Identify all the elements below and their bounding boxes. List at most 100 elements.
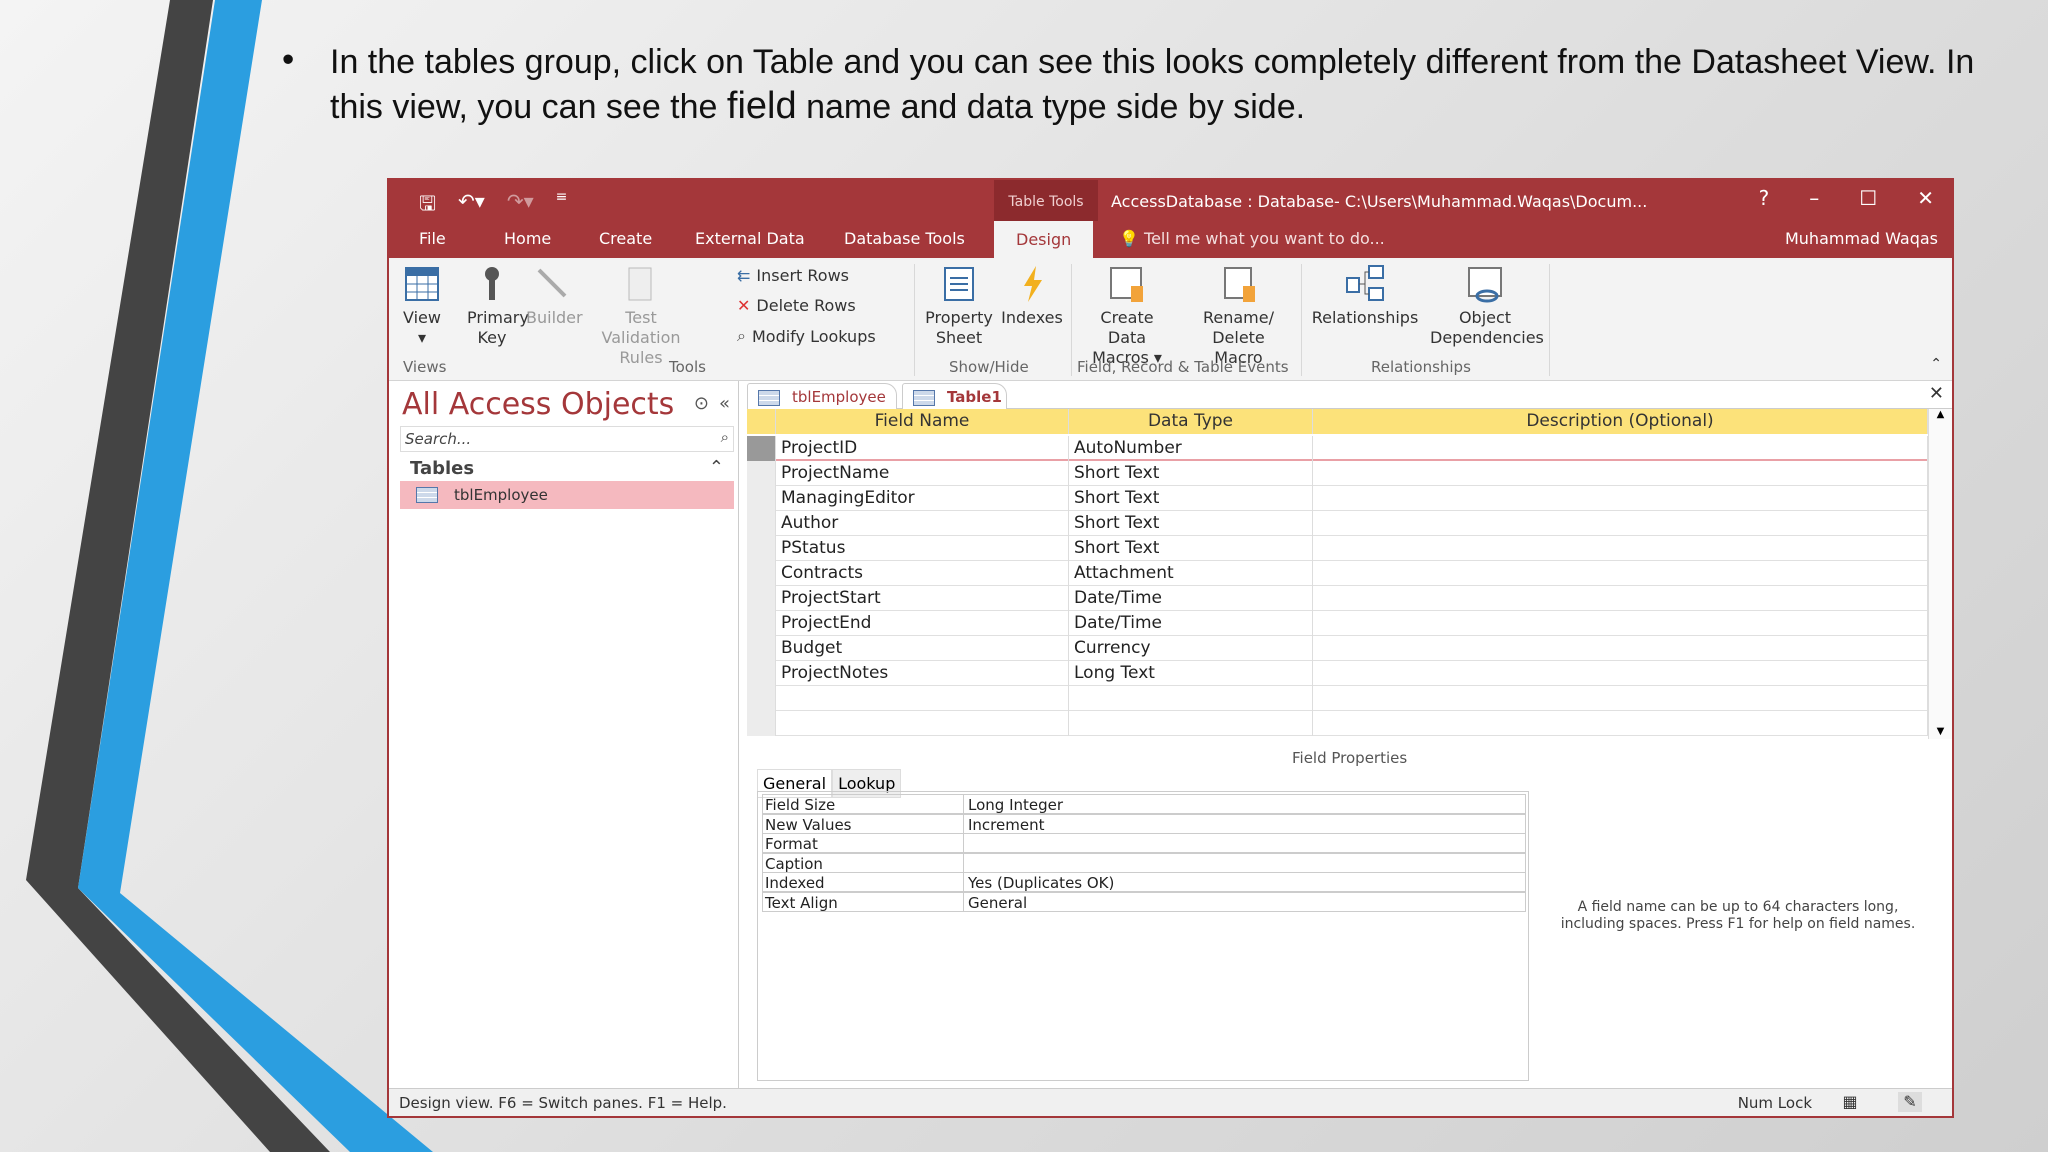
vertical-scrollbar[interactable]: ▲ ▼ [1928,409,1952,739]
property-row[interactable]: Field Size Long Integer [762,794,1526,814]
redo-icon[interactable]: ↷▾ [507,189,534,223]
table-row[interactable]: PStatus Short Text [747,536,1928,561]
empty-row[interactable] [747,711,1928,736]
row-selector[interactable] [747,711,776,736]
description-cell[interactable] [1313,711,1928,736]
row-selector[interactable] [747,536,776,561]
data-type-cell[interactable]: Short Text [1069,486,1313,511]
row-selector[interactable] [747,461,776,486]
field-name-cell[interactable]: ProjectName [776,461,1069,486]
data-type-cell[interactable] [1069,711,1313,736]
data-type-cell[interactable]: Currency [1069,636,1313,661]
data-type-cell[interactable]: Date/Time [1069,586,1313,611]
collapse-ribbon-icon[interactable]: ⌃ [1930,356,1942,372]
nav-menu-icon[interactable]: ⊙ [694,393,709,414]
nav-search-input[interactable]: Search... ⌕ [400,426,734,452]
indexes-button[interactable]: Indexes [999,258,1065,328]
relationships-button[interactable]: Relationships [1307,258,1423,328]
description-cell[interactable] [1313,486,1928,511]
table-row[interactable]: Contracts Attachment [747,561,1928,586]
search-icon[interactable]: ⌕ [721,428,729,446]
undo-icon[interactable]: ↶▾ [458,189,485,223]
select-all-cell[interactable] [747,409,776,434]
delete-rows-button[interactable]: ✕ Delete Rows [737,296,856,315]
row-selector[interactable] [747,611,776,636]
table-row[interactable]: Author Short Text [747,511,1928,536]
row-selector[interactable] [747,486,776,511]
description-cell[interactable] [1313,461,1928,486]
field-name-cell[interactable]: ProjectNotes [776,661,1069,686]
table-row[interactable]: Budget Currency [747,636,1928,661]
datasheet-view-icon[interactable]: ▦ [1838,1092,1862,1112]
data-type-cell[interactable]: Short Text [1069,536,1313,561]
empty-row[interactable] [747,686,1928,711]
field-name-cell[interactable]: ManagingEditor [776,486,1069,511]
field-name-cell[interactable]: ProjectEnd [776,611,1069,636]
description-cell[interactable] [1313,436,1928,461]
description-cell[interactable] [1313,511,1928,536]
property-value[interactable]: Long Integer [963,795,1067,814]
tab-home[interactable]: Home [504,229,551,248]
data-type-cell[interactable]: Short Text [1069,461,1313,486]
insert-rows-button[interactable]: ⇇ Insert Rows [737,266,849,285]
nav-item-tblemployee[interactable]: tblEmployee [400,481,734,509]
modify-lookups-button[interactable]: ⌕ Modify Lookups [737,326,876,346]
table-row[interactable]: ProjectName Short Text [747,461,1928,486]
tab-file[interactable]: File [419,229,446,248]
doc-tab-table1[interactable]: Table1 [902,383,1007,410]
chevron-up-icon[interactable]: ⌃ [709,457,724,478]
property-row[interactable]: New Values Increment [762,813,1526,834]
field-name-cell[interactable]: Author [776,511,1069,536]
scroll-up-icon[interactable]: ▲ [1929,409,1952,420]
field-name-cell[interactable]: Budget [776,636,1069,661]
field-name-cell[interactable] [776,686,1069,711]
tab-external-data[interactable]: External Data [695,229,805,248]
collapse-pane-icon[interactable]: « [719,393,730,414]
tab-design[interactable]: Design [994,221,1094,258]
row-selector[interactable] [747,636,776,661]
scroll-down-icon[interactable]: ▼ [1929,726,1952,737]
field-name-cell[interactable]: ProjectID [776,436,1069,461]
close-document-icon[interactable]: ✕ [1929,383,1944,404]
doc-tab-tblemployee[interactable]: tblEmployee [747,383,897,410]
row-selector[interactable] [747,661,776,686]
description-cell[interactable] [1313,561,1928,586]
table-row[interactable]: ProjectNotes Long Text [747,661,1928,686]
primary-key-button[interactable]: Primary Key [467,258,529,348]
customize-icon[interactable]: ≡ [556,189,568,223]
data-type-cell[interactable] [1069,686,1313,711]
row-selector[interactable] [747,686,776,711]
property-row[interactable]: Caption [762,852,1526,873]
user-name[interactable]: Muhammad Waqas [1785,229,1938,248]
description-cell[interactable] [1313,661,1928,686]
field-name-cell[interactable]: Contracts [776,561,1069,586]
object-dependencies-button[interactable]: Object Dependencies [1425,258,1545,348]
nav-group-tables[interactable]: Tables ⌃ [400,455,734,481]
property-value[interactable] [963,853,972,872]
row-selector[interactable] [747,436,776,461]
property-row[interactable]: Text Align General [762,892,1526,912]
field-name-cell[interactable]: PStatus [776,536,1069,561]
create-data-macros-button[interactable]: Create Data Macros ▾ [1077,258,1177,368]
minimize-button[interactable]: – [1809,186,1819,210]
data-type-cell[interactable]: AutoNumber [1069,436,1313,461]
tell-me-input[interactable]: 💡 Tell me what you want to do... [1119,229,1385,248]
maximize-button[interactable]: ☐ [1859,186,1877,210]
close-button[interactable]: ✕ [1917,186,1934,210]
description-cell[interactable] [1313,611,1928,636]
table-row[interactable]: ProjectEnd Date/Time [747,611,1928,636]
field-name-cell[interactable] [776,711,1069,736]
row-selector[interactable] [747,511,776,536]
field-name-cell[interactable]: ProjectStart [776,586,1069,611]
property-row[interactable]: Indexed Yes (Duplicates OK) [762,872,1526,893]
nav-title[interactable]: All Access Objects [402,387,674,422]
table-row[interactable]: ProjectStart Date/Time [747,586,1928,611]
rename-delete-macro-button[interactable]: Rename/ Delete Macro [1181,258,1296,368]
property-row[interactable]: Format [762,833,1526,854]
data-type-cell[interactable]: Attachment [1069,561,1313,586]
description-cell[interactable] [1313,586,1928,611]
design-view-icon[interactable]: ✎ [1898,1092,1922,1112]
property-value[interactable]: Yes (Duplicates OK) [963,873,1118,892]
test-validation-button[interactable]: Test Validation Rules [581,258,701,368]
save-icon[interactable]: 🖫 [419,189,436,223]
